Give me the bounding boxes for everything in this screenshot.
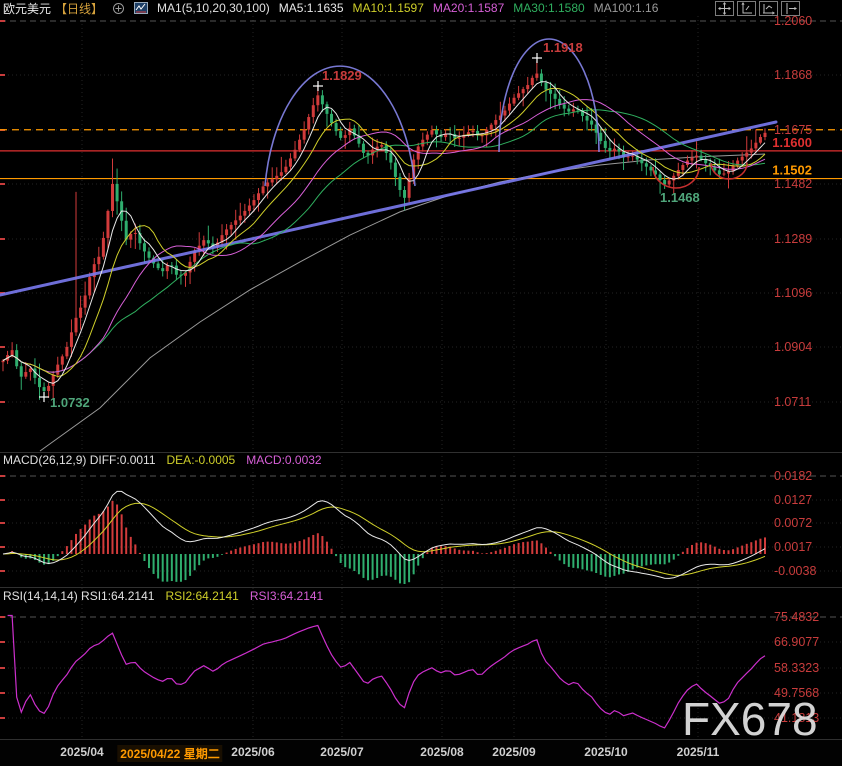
ma100-line [40, 154, 765, 451]
macd-diff-readout: MACD(26,12,9) DIFF:0.0011 [3, 453, 156, 467]
time-axis: 2025/04 2025/04/22 星期二 2025/06 2025/07 2025/… [0, 739, 842, 766]
date-tick-label: 2025/04 [60, 745, 103, 759]
axis-tick-label: 0.0182 [774, 469, 812, 483]
axis-tick-label: -0.0038 [774, 564, 816, 578]
symbol-title: 欧元美元 [3, 0, 51, 17]
rsi1-readout: RSI(14,14,14) RSI1:64.2141 [3, 589, 154, 603]
axis-tick-label: 1.1482 [774, 177, 812, 191]
ma20-readout: MA20:1.1587 [433, 1, 504, 15]
ma5-readout: MA5:1.1635 [279, 1, 344, 15]
watermark: FX678 [682, 692, 818, 746]
annotation-label: 1.1829 [322, 68, 362, 83]
date-tick-label: 2025/09 [492, 745, 535, 759]
axis-tick-label: 1.1096 [774, 286, 812, 300]
annotation-label: 1.0732 [50, 395, 90, 410]
ma-lines-group [3, 82, 765, 384]
date-tick-label: 2025/07 [320, 745, 363, 759]
axis-scale-right-icon[interactable] [759, 1, 778, 16]
axis-tick-label: 0.0127 [774, 493, 812, 507]
settings-icon[interactable] [112, 2, 125, 15]
annotations-group: 1.1829 1.1918 1.1468 1.0732 [39, 39, 747, 410]
axis-tick-label: 1.1289 [774, 232, 812, 246]
candles-group [2, 61, 767, 400]
axis-tick-label: 58.3323 [774, 661, 819, 675]
level-lines-group [0, 130, 842, 179]
ma30-readout: MA30:1.1580 [513, 1, 584, 15]
indicator-icon[interactable] [134, 2, 148, 14]
price-chart-svg[interactable]: 1.1829 1.1918 1.1468 1.0732 1.2060 1.1868 1.16… [0, 0, 842, 766]
macd-dea-readout: DEA:-0.0005 [167, 453, 236, 467]
date-tick-label: 2025/11 [677, 745, 720, 759]
annotation-label: 1.1918 [543, 40, 583, 55]
macd-header: MACD(26,12,9) DIFF:0.0011 DEA:-0.0005 MA… [3, 453, 322, 467]
pan-right-icon[interactable] [781, 1, 800, 16]
trendline [0, 122, 776, 295]
rsi-group [8, 616, 765, 728]
level-price-label: 1.1600 [772, 135, 812, 150]
axis-scale-left-icon[interactable] [737, 1, 756, 16]
axis-labels-group: 1.20601.18681.16751.14821.12891.10961.09… [772, 14, 819, 725]
ma100-readout: MA100:1.16 [594, 1, 659, 15]
axis-tick-label: 1.0711 [774, 395, 811, 409]
axis-tick-label: 75.4832 [774, 610, 819, 624]
rsi2-readout: RSI2:64.2141 [165, 589, 238, 603]
chart-toolbar [715, 1, 800, 16]
move-icon[interactable] [715, 1, 734, 16]
timeframe-label: 【日线】 [55, 0, 103, 17]
cursor-date-label: 2025/04/22 星期二 [117, 745, 222, 762]
rsi-header: RSI(14,14,14) RSI1:64.2141 RSI2:64.2141 … [3, 589, 323, 603]
macd-group [3, 491, 765, 584]
macd-macd-readout: MACD:0.0032 [246, 453, 321, 467]
date-tick-label: 2025/06 [231, 745, 274, 759]
date-tick-label: 2025/08 [420, 745, 463, 759]
axis-tick-label: 1.2060 [774, 14, 812, 28]
ma10-readout: MA10:1.1597 [353, 1, 424, 15]
rsi3-readout: RSI3:64.2141 [250, 589, 323, 603]
axis-tick-label: 1.1868 [774, 68, 812, 82]
level-price-label: 1.1502 [772, 163, 812, 178]
annotation-label: 1.1468 [660, 190, 700, 205]
axis-tick-label: 0.0017 [774, 540, 812, 554]
axis-tick-label: 1.0904 [774, 340, 812, 354]
grid-group [0, 16, 842, 738]
trading-terminal: 1.1829 1.1918 1.1468 1.0732 1.2060 1.1868 1.16… [0, 0, 842, 766]
axis-tick-label: 0.0072 [774, 516, 812, 530]
axis-tick-label: 66.9077 [774, 635, 819, 649]
date-tick-label: 2025/10 [584, 745, 627, 759]
ma-settings-label: MA1(5,10,20,30,100) [157, 1, 270, 15]
